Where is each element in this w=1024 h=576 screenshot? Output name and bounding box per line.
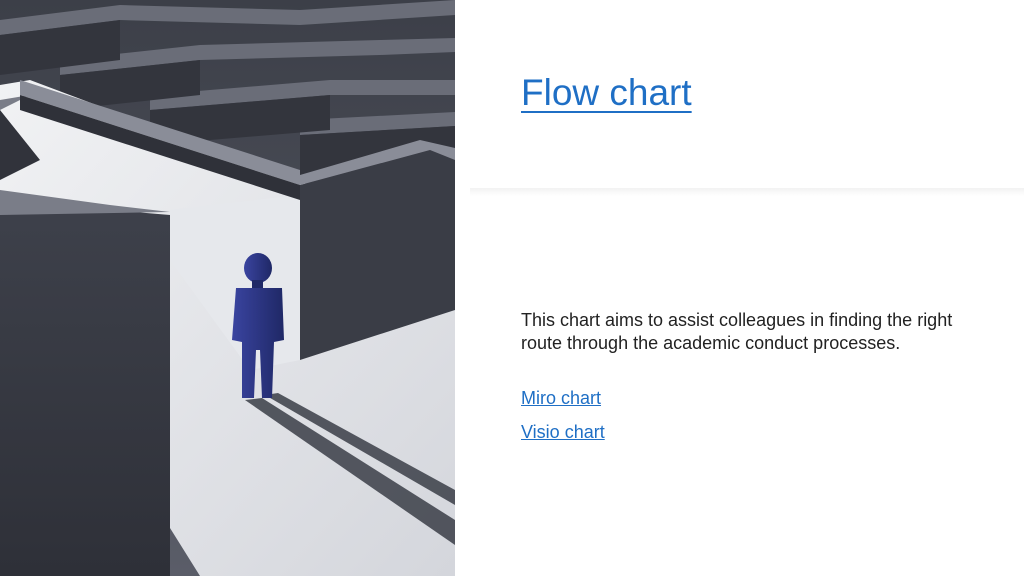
slide: Flow chart This chart aims to assist col… xyxy=(0,0,1024,576)
slide-title: Flow chart xyxy=(521,72,692,113)
header-divider xyxy=(470,188,1024,196)
miro-chart-link[interactable]: Miro chart xyxy=(521,388,601,409)
slide-body-text: This chart aims to assist colleagues in … xyxy=(521,310,953,353)
maze-person-image xyxy=(0,0,455,576)
visio-chart-link[interactable]: Visio chart xyxy=(521,422,605,443)
